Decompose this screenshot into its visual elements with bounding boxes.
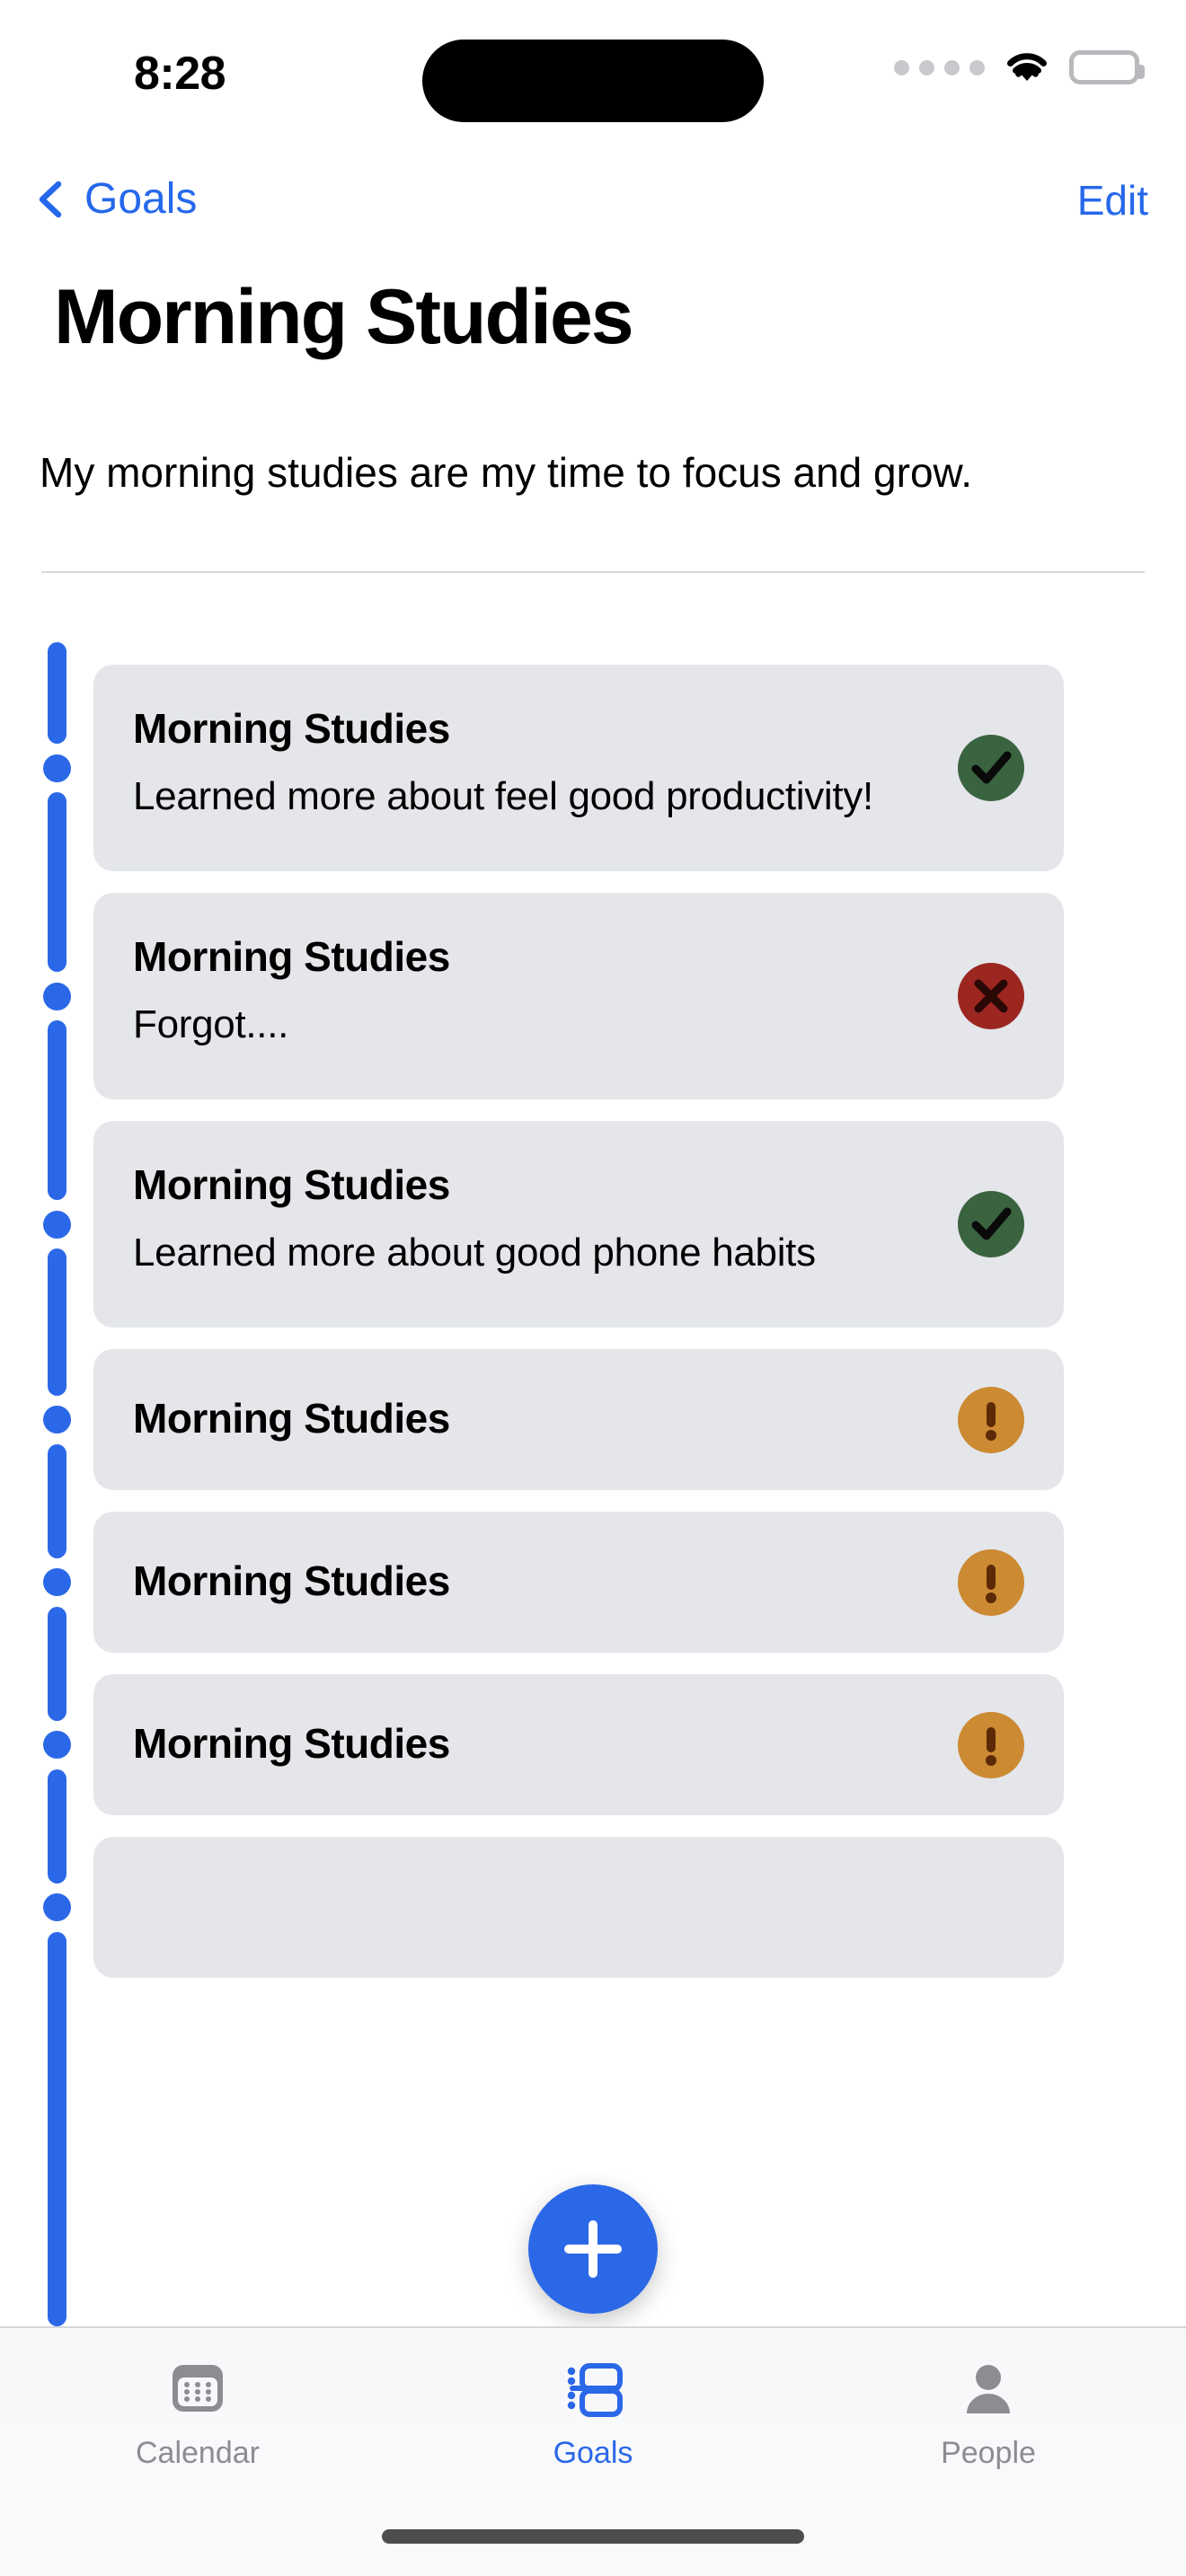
entry-status-pending-badge[interactable] [958, 1548, 1024, 1616]
back-button-label: Goals [84, 175, 198, 223]
home-indicator [382, 2529, 804, 2544]
calendar-icon [163, 2353, 233, 2423]
timeline-rail [43, 620, 71, 2326]
tab-calendar-label: Calendar [136, 2436, 260, 2470]
timeline-segment [48, 1443, 66, 1558]
signal-dots-icon [894, 59, 985, 75]
entry-title: Morning Studies [133, 1395, 450, 1442]
entry-card[interactable] [93, 1837, 1064, 1978]
tab-calendar[interactable]: Calendar [0, 2353, 395, 2471]
entry-card[interactable]: Morning Studies [93, 1512, 1064, 1653]
dynamic-island [422, 40, 764, 122]
entry-title: Morning Studies [133, 933, 450, 980]
battery-full-icon [1069, 50, 1145, 84]
entry-status-complete-badge[interactable] [958, 1191, 1024, 1257]
timeline-dot [43, 1210, 71, 1239]
entry-card[interactable]: Morning Studies Learned more about feel g… [93, 665, 1064, 871]
page-subtitle: My morning studies are my time to focus … [40, 449, 972, 496]
timeline-segment [48, 642, 66, 744]
timeline-segment [48, 1769, 66, 1883]
entry-status-pending-badge[interactable] [958, 1386, 1024, 1453]
entry-card[interactable]: Morning Studies [93, 1674, 1064, 1815]
back-button[interactable]: Goals [31, 174, 197, 224]
timeline-dot [43, 1406, 71, 1434]
status-bar-time: 8:28 [133, 48, 226, 100]
entry-status-missed-badge[interactable] [958, 963, 1024, 1029]
tab-bar: Calendar Goals People [0, 2326, 1186, 2576]
entry-title: Morning Studies [133, 1557, 450, 1604]
tab-people-label: People [941, 2436, 1036, 2470]
status-bar: 8:28 [0, 0, 1186, 157]
app-screen: 8:28 Goals Edit Morning Studies My morni… [0, 0, 1186, 2576]
timeline-segment [48, 1931, 66, 2326]
timeline-dot [43, 754, 71, 782]
entry-card[interactable]: Morning Studies [93, 1349, 1064, 1490]
timeline-dot [43, 982, 71, 1010]
tab-goals-label: Goals [553, 2436, 633, 2470]
add-entry-button[interactable] [528, 2184, 658, 2314]
timeline-dot [43, 1731, 71, 1759]
navigation-bar: Goals Edit [0, 171, 1186, 257]
entry-title: Morning Studies [133, 1720, 450, 1767]
status-bar-indicators [894, 50, 1145, 84]
entry-status-pending-badge[interactable] [958, 1711, 1024, 1778]
timeline-segment [48, 1606, 66, 1721]
page-title: Morning Studies [54, 274, 634, 360]
timeline-segment [48, 1020, 66, 1200]
tab-goals[interactable]: Goals [395, 2353, 791, 2471]
entry-description: Learned more about good phone habits [133, 1231, 816, 1275]
tab-people[interactable]: People [791, 2353, 1186, 2471]
entry-status-complete-badge[interactable] [958, 735, 1024, 801]
entry-title: Morning Studies [133, 1161, 450, 1208]
timeline-segment [48, 1248, 66, 1396]
goals-list-icon [558, 2353, 628, 2423]
entry-description: Learned more about feel good productivit… [133, 774, 873, 818]
timeline-segment [48, 792, 66, 972]
entry-description: Forgot.... [133, 1002, 289, 1046]
edit-button[interactable]: Edit [1077, 176, 1148, 225]
chevron-left-icon [31, 179, 72, 220]
entry-card[interactable]: Morning Studies Learned more about good p… [93, 1121, 1064, 1328]
header-divider [41, 571, 1145, 573]
timeline-dot [43, 1568, 71, 1596]
entries-scroll-area[interactable]: Morning Studies Learned more about feel g… [0, 620, 1186, 2326]
entry-title: Morning Studies [133, 705, 450, 752]
wifi-icon [1005, 50, 1049, 84]
entry-card[interactable]: Morning Studies Forgot.... [93, 893, 1064, 1099]
person-icon [953, 2353, 1023, 2423]
timeline-dot [43, 1893, 71, 1921]
